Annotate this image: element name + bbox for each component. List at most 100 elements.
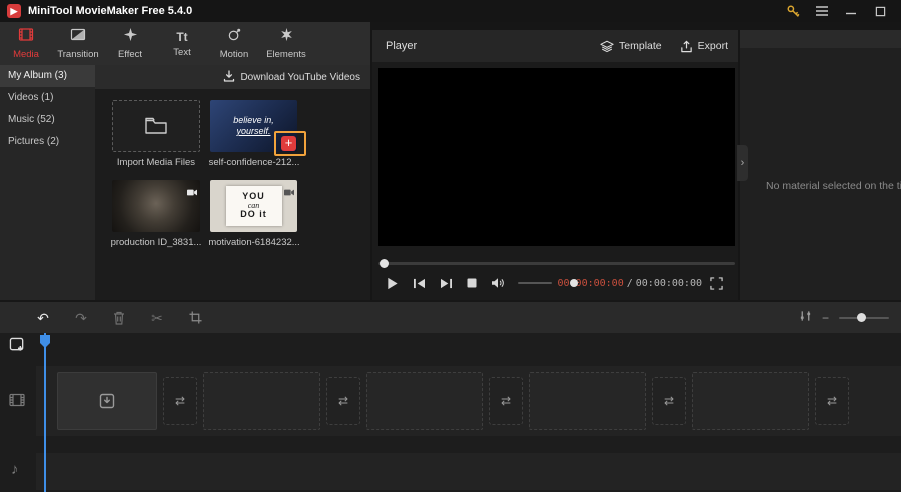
library-sidebar: My Album (3) Videos (1) Music (52) Pictu… (0, 65, 95, 300)
music-track[interactable] (36, 453, 901, 490)
app-title: MiniTool MovieMaker Free 5.4.0 (28, 5, 193, 17)
timeline-clip-slot[interactable] (692, 372, 809, 430)
timeline-toolbar: ↶ ↷ ✂ − (0, 300, 901, 333)
import-label: Import Media Files (116, 157, 196, 168)
tab-media[interactable]: Media (0, 22, 52, 65)
seek-bar[interactable] (378, 258, 735, 268)
zoom-slider-thumb[interactable] (857, 312, 866, 322)
add-to-timeline-button[interactable]: + (281, 136, 296, 151)
panel-collapse-handle[interactable]: › (737, 145, 748, 181)
property-panel-header (740, 30, 901, 48)
time-separator: / (626, 277, 633, 289)
fullscreen-button[interactable] (710, 276, 723, 290)
timeline-transition-slot[interactable]: ⇄ (326, 377, 360, 425)
swap-arrows-icon: ⇄ (663, 394, 675, 408)
volume-thumb[interactable] (570, 279, 578, 287)
player-panel: Player Template Export 00:00:00:00 / 00:… (372, 30, 738, 300)
add-media-track-icon[interactable] (9, 337, 26, 353)
total-duration: 00:00:00:00 (635, 277, 702, 289)
tab-label: Motion (219, 49, 249, 60)
media-item-name: self-confidence-212... (208, 157, 300, 168)
split-button[interactable]: ✂ (148, 311, 166, 325)
menu-icon[interactable] (814, 3, 830, 19)
play-button[interactable] (387, 277, 399, 290)
sidebar-item-pictures[interactable]: Pictures (2) (0, 131, 95, 153)
undo-button[interactable]: ↶ (34, 311, 52, 325)
elements-icon (279, 27, 294, 47)
volume-slider[interactable] (518, 279, 578, 287)
redo-button[interactable]: ↷ (72, 311, 90, 325)
tab-text[interactable]: Tt Text (156, 22, 208, 65)
crop-button[interactable] (186, 311, 204, 324)
music-track-icon: ♪ (11, 461, 19, 478)
tab-label: Effect (117, 49, 143, 60)
app-logo-icon: ▶ (7, 4, 21, 18)
download-youtube-link[interactable]: Download YouTube Videos (223, 69, 360, 85)
previous-frame-button[interactable] (413, 278, 426, 289)
tab-elements[interactable]: Elements (260, 22, 312, 65)
media-item-self-confidence[interactable]: believe in, yourself. + (210, 100, 306, 156)
export-icon (680, 40, 692, 52)
timeline-transition-slot[interactable]: ⇄ (815, 377, 849, 425)
media-item-production[interactable] (112, 180, 200, 232)
tab-effect[interactable]: Effect (104, 22, 156, 65)
tab-transition[interactable]: Transition (52, 22, 104, 65)
swap-arrows-icon: ⇄ (174, 394, 186, 408)
timeline-clip-slot[interactable] (366, 372, 483, 430)
template-button[interactable]: Template (600, 40, 662, 53)
media-icon (18, 27, 34, 47)
titlebar: ▶ MiniTool MovieMaker Free 5.4.0 (0, 0, 901, 22)
maximize-icon[interactable] (872, 3, 888, 19)
timeline-transition-slot[interactable]: ⇄ (163, 377, 197, 425)
player-header: Player Template Export (372, 30, 738, 62)
ribbon-tabs: Media Transition Effect Tt Text Motion E… (0, 22, 370, 65)
timeline-clip-slot[interactable] (203, 372, 320, 430)
video-preview[interactable] (378, 68, 735, 246)
timeline-slots: ⇄ ⇄ ⇄ ⇄ ⇄ (57, 371, 849, 431)
thumb-text-line: yourself. (236, 126, 271, 136)
timeline-clip-slot[interactable] (529, 372, 646, 430)
volume-icon[interactable] (491, 277, 505, 289)
sidebar-item-my-album[interactable]: My Album (3) (0, 65, 95, 87)
sidebar-item-videos[interactable]: Videos (1) (0, 87, 95, 109)
seek-thumb[interactable] (380, 259, 389, 268)
download-icon (223, 69, 235, 85)
stop-button[interactable] (467, 278, 477, 288)
library-header: Download YouTube Videos (95, 65, 370, 89)
video-track-icon (9, 393, 25, 407)
motion-icon (227, 27, 242, 47)
timeline-transition-slot[interactable]: ⇄ (489, 377, 523, 425)
current-time: 00:00:00:00 (557, 277, 624, 289)
zoom-out-button[interactable]: − (822, 311, 829, 325)
media-item-name: motivation-6184232... (208, 237, 300, 248)
import-media-button[interactable] (112, 100, 200, 152)
export-button[interactable]: Export (680, 40, 728, 53)
media-item-name: production ID_3831... (110, 237, 202, 248)
thumb-text-line: DO it (240, 209, 267, 220)
timeline-clip-slot[interactable] (57, 372, 157, 430)
template-label: Template (619, 40, 662, 52)
video-camera-icon (284, 183, 294, 201)
folder-icon (145, 117, 167, 134)
next-frame-button[interactable] (440, 278, 453, 289)
property-panel: No material selected on the timeline (740, 30, 901, 300)
minimize-icon[interactable] (843, 3, 859, 19)
sidebar-item-music[interactable]: Music (52) (0, 109, 95, 131)
timeline-zoom-slider[interactable] (839, 312, 889, 322)
playhead-line (44, 333, 46, 492)
delete-button[interactable] (110, 311, 128, 325)
time-display: 00:00:00:00 / 00:00:00:00 (558, 278, 703, 289)
media-item-motivation[interactable]: YOU can DO it (210, 180, 297, 232)
timeline-transition-slot[interactable]: ⇄ (652, 377, 686, 425)
playback-controls: 00:00:00:00 / 00:00:00:00 (372, 270, 738, 296)
swap-arrows-icon: ⇄ (826, 394, 838, 408)
media-library: Download YouTube Videos Import Media Fil… (95, 65, 370, 300)
tab-label: Elements (266, 49, 306, 60)
motivation-card: YOU can DO it (225, 186, 282, 226)
license-key-icon[interactable] (785, 3, 801, 19)
swap-arrows-icon: ⇄ (500, 394, 512, 408)
tab-motion[interactable]: Motion (208, 22, 260, 65)
zoom-fit-icon[interactable] (799, 309, 812, 327)
playhead-handle[interactable] (40, 335, 50, 348)
tab-label: Transition (57, 49, 99, 60)
